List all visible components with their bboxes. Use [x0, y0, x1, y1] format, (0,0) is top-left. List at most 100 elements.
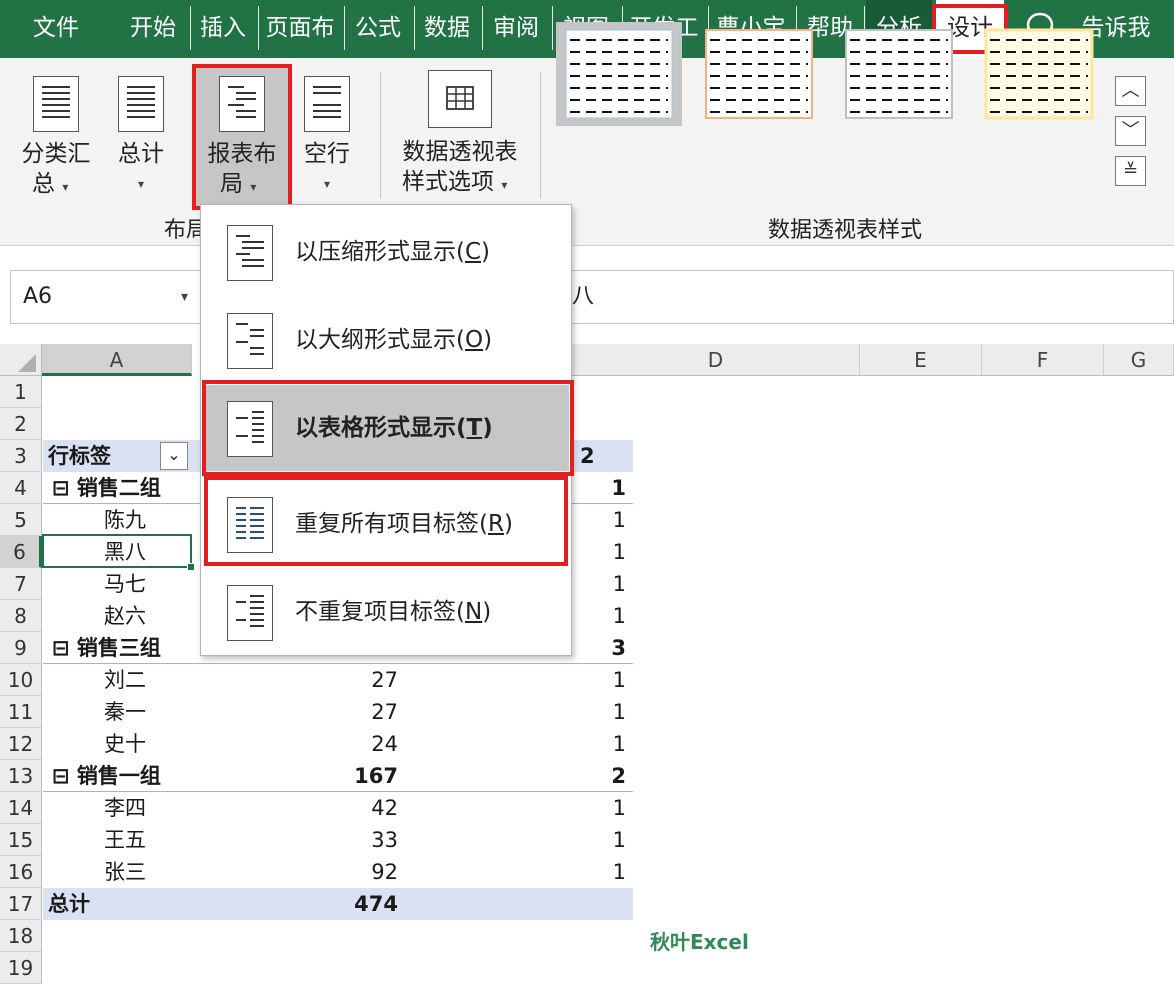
row-header[interactable]: 12 [0, 728, 42, 760]
blank-rows-icon [304, 76, 350, 132]
grand-totals-button[interactable]: 总计 ▾ [106, 72, 176, 202]
subtotals-button[interactable]: 分类汇 总 ▾ [12, 72, 100, 202]
menu-item-no-repeat-labels[interactable]: 不重复项目标签(N) [205, 569, 569, 655]
highlight-tabular-form [202, 380, 574, 476]
highlight-report-layout [192, 64, 292, 210]
gallery-scroll-up-icon[interactable]: ︿ [1115, 76, 1146, 106]
pivot-item-label: 陈九 [104, 508, 146, 532]
row-header[interactable]: 15 [0, 824, 42, 856]
group-separator [380, 72, 381, 198]
pivot-count: 1 [612, 796, 626, 820]
row-header[interactable]: 14 [0, 792, 42, 824]
tab-formulas[interactable]: 公式 [346, 0, 410, 58]
pivot-count: 1 [612, 540, 626, 564]
pivot-group-label[interactable]: ⊟ 销售二组 [52, 472, 161, 504]
select-all-corner[interactable] [0, 344, 42, 376]
pivot-row-label-header: 行标签 [48, 444, 111, 468]
pivot-item-label: 马七 [104, 572, 146, 596]
column-header-e[interactable]: E [860, 344, 982, 376]
fill-handle[interactable] [187, 563, 195, 571]
pivot-style-4-icon [984, 28, 1094, 120]
pivot-item-label: 张三 [104, 860, 146, 884]
tab-file[interactable]: 文件 [0, 0, 112, 58]
pivot-group-label[interactable]: ⊟ 销售一组 [52, 760, 161, 792]
pivot-count: 1 [612, 700, 626, 724]
pivot-count: 3 [611, 636, 626, 660]
pivot-value: 27 [371, 700, 398, 724]
column-header-a[interactable]: A [42, 344, 192, 376]
watermark: 秋叶Excel [650, 930, 749, 954]
row-header[interactable]: 19 [0, 952, 42, 984]
column-header-g[interactable]: G [1104, 344, 1174, 376]
menu-item-label: 不重复项目标签(N) [295, 599, 492, 625]
menu-item-outline-form[interactable]: 以大纲形式显示(O) [205, 297, 569, 383]
blank-rows-label: 空行 [304, 141, 350, 167]
row-header[interactable]: 11 [0, 696, 42, 728]
tab-divider [482, 6, 483, 50]
pivot-style-swatch-1[interactable] [556, 22, 682, 126]
row-header[interactable]: 7 [0, 568, 42, 600]
tab-home[interactable]: 开始 [118, 0, 188, 58]
filter-dropdown-icon[interactable]: ⌄ [160, 442, 188, 470]
excel-window: 文件 开始 插入 页面布 公式 数据 审阅 视图 开发工 曹小宝 帮助 分析 设… [0, 0, 1174, 986]
row-header[interactable]: 13 [0, 760, 42, 792]
group-label-pivot-styles: 数据透视表样式 [768, 218, 923, 243]
pivot-count: 1 [611, 476, 626, 500]
gallery-more-icon[interactable]: ≚ [1115, 156, 1146, 186]
pivot-item-label: 刘二 [104, 668, 146, 692]
row-header[interactable]: 16 [0, 856, 42, 888]
column-header-f[interactable]: F [982, 344, 1104, 376]
pivot-style-options-button[interactable]: 数据透视表 样式选项 ▾ [394, 70, 526, 200]
pivot-group-label[interactable]: ⊟ 销售三组 [52, 632, 161, 664]
name-box-dropdown-icon[interactable]: ▾ [181, 271, 188, 323]
formula-input[interactable]: 八 [570, 270, 1174, 324]
row-header[interactable]: 1 [0, 376, 42, 408]
tab-data[interactable]: 数据 [416, 0, 478, 58]
row-header[interactable]: 9 [0, 632, 42, 664]
tab-page-layout[interactable]: 页面布 [260, 0, 340, 58]
gallery-scroll-down-icon[interactable]: ﹀ [1115, 116, 1146, 146]
highlight-repeat-labels [204, 476, 568, 566]
menu-item-label: 以大纲形式显示(O) [295, 327, 493, 353]
tab-divider [344, 6, 345, 50]
compact-form-icon [227, 225, 273, 281]
tab-insert[interactable]: 插入 [192, 0, 254, 58]
row-header[interactable]: 10 [0, 664, 42, 696]
row-header-selected[interactable]: 6 [0, 536, 42, 568]
row-header[interactable]: 17 [0, 888, 42, 920]
subtotals-icon [33, 76, 79, 132]
pivot-style-swatch-3[interactable] [836, 22, 962, 126]
group-separator [540, 72, 541, 198]
row-header[interactable]: 4 [0, 472, 42, 504]
menu-item-compact-form[interactable]: 以压缩形式显示(C) [205, 209, 569, 295]
pivot-style-2-icon [705, 29, 813, 119]
column-header-d[interactable]: D [572, 344, 860, 376]
pivot-item-label: 李四 [104, 796, 146, 820]
row-header[interactable]: 5 [0, 504, 42, 536]
name-box[interactable]: A6 ▾ [10, 270, 206, 324]
row-header[interactable]: 18 [0, 920, 42, 952]
pivot-item-label: 赵六 [104, 604, 146, 628]
pivot-style-swatch-2[interactable] [696, 22, 822, 126]
pivot-item-label: 史十 [104, 732, 146, 756]
row-header[interactable]: 2 [0, 408, 42, 440]
outline-form-icon [227, 313, 273, 369]
row-header[interactable]: 8 [0, 600, 42, 632]
tab-review[interactable]: 审阅 [484, 0, 548, 58]
tab-divider [414, 6, 415, 50]
grand-totals-caret: ▾ [137, 177, 145, 191]
pivot-grand-total-value: 474 [354, 892, 398, 916]
row-header[interactable]: 3 [0, 440, 42, 472]
grand-totals-label: 总计 [118, 141, 164, 167]
pivot-style-swatch-4[interactable] [976, 22, 1102, 126]
menu-item-label: 以压缩形式显示(C) [295, 239, 491, 265]
blank-rows-button[interactable]: 空行 ▾ [296, 72, 358, 202]
pivot-col-header: 2 [580, 444, 595, 468]
tab-divider [190, 6, 191, 50]
blank-rows-caret: ▾ [323, 177, 331, 191]
no-repeat-labels-icon [227, 585, 273, 641]
pivot-item-label: 王五 [104, 828, 146, 852]
pivot-count: 1 [612, 860, 626, 884]
pivot-count: 1 [612, 604, 626, 628]
pivot-item-label[interactable]: 黑八 [104, 536, 146, 568]
